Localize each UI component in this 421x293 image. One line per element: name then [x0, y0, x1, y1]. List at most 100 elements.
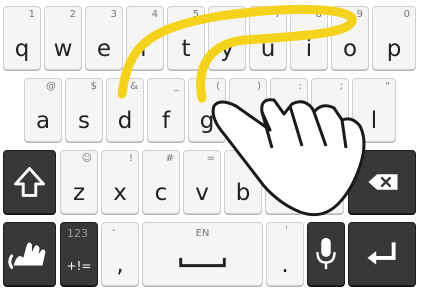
backspace-key[interactable]: [348, 150, 416, 214]
period-key[interactable]: ' .: [266, 222, 304, 286]
microphone-icon: [316, 237, 336, 270]
key-v[interactable]: = v: [183, 150, 221, 214]
key-f[interactable]: _ f: [147, 78, 185, 142]
key-secondary-label: 1: [28, 9, 35, 20]
shift-key[interactable]: [3, 150, 56, 214]
key-secondary-label: ☺: [81, 153, 92, 164]
key-label: v: [195, 180, 209, 206]
key-secondary-label: @: [46, 81, 56, 92]
key-i[interactable]: 8 i: [290, 6, 328, 70]
key-secondary-label: 3: [110, 9, 117, 20]
key-h[interactable]: ) h: [229, 78, 267, 142]
key-secondary-label: 8: [315, 9, 322, 20]
key-label: p: [386, 36, 402, 62]
key-y[interactable]: 6 y: [208, 6, 246, 70]
key-r[interactable]: 4 r: [126, 6, 164, 70]
key-secondary-label: 2: [69, 9, 76, 20]
key-secondary-label: 9: [356, 9, 363, 20]
key-secondary-label: ': [285, 225, 288, 236]
key-n[interactable]: + n: [265, 150, 303, 214]
swype-hand-icon: [8, 242, 46, 269]
key-m[interactable]: ? m: [306, 150, 344, 214]
key-b[interactable]: / b: [224, 150, 262, 214]
key-secondary-label: &: [130, 81, 138, 92]
key-label: g: [199, 108, 215, 134]
key-z[interactable]: ☺ z: [60, 150, 98, 214]
key-label: s: [78, 108, 90, 134]
key-secondary-label: /: [252, 153, 256, 164]
key-label: x: [113, 180, 127, 206]
key-secondary-label: 0: [403, 9, 410, 20]
key-secondary-label: ;: [339, 81, 343, 92]
key-label: f: [161, 108, 171, 134]
shift-icon: [14, 167, 45, 197]
key-label: r: [140, 36, 150, 62]
microphone-key[interactable]: [307, 222, 345, 286]
key-label: .: [281, 252, 289, 278]
key-secondary-label: #: [165, 153, 174, 164]
key-label: d: [117, 108, 133, 134]
key-secondary-label: +: [288, 153, 297, 164]
key-e[interactable]: 3 e: [85, 6, 123, 70]
key-label: u: [260, 36, 276, 62]
key-label: i: [305, 36, 313, 62]
key-label: j: [285, 108, 293, 134]
space-key[interactable]: EN: [142, 222, 263, 286]
key-secondary-label: (: [216, 81, 220, 92]
comma-key[interactable]: - ,: [101, 222, 139, 286]
key-label: l: [370, 108, 378, 134]
key-label: c: [154, 180, 168, 206]
keyboard: 1 q 2 w 3 e 4 r 5 t 6 y 7 u 8 i 9 o 0 p …: [0, 0, 421, 293]
key-secondary-label: 7: [274, 9, 281, 20]
key-secondary-label: _: [174, 81, 179, 92]
numbers-symbols-key[interactable]: 123 +!=: [60, 222, 98, 286]
key-x[interactable]: ! x: [101, 150, 139, 214]
key-secondary-label: 4: [151, 9, 158, 20]
key-label: a: [35, 108, 51, 134]
backspace-icon: [368, 174, 398, 190]
key-label: t: [181, 36, 191, 62]
key-d[interactable]: & d: [106, 78, 144, 142]
key-secondary-label: =: [206, 153, 215, 164]
key-label: b: [235, 180, 251, 206]
key-q[interactable]: 1 q: [3, 6, 41, 70]
key-label: y: [220, 36, 234, 62]
key-secondary-label: !: [128, 153, 133, 164]
key-p[interactable]: 0 p: [372, 6, 416, 70]
key-w[interactable]: 2 w: [44, 6, 82, 70]
key-secondary-label: 5: [192, 9, 199, 20]
key-label: h: [240, 108, 256, 134]
key-secondary-label: ?: [332, 153, 338, 164]
key-l[interactable]: " l: [352, 78, 396, 142]
key-c[interactable]: # c: [142, 150, 180, 214]
key-k[interactable]: ; k: [311, 78, 349, 142]
key-secondary-label: :: [298, 81, 302, 92]
swype-key[interactable]: [3, 222, 56, 286]
enter-icon: [367, 242, 396, 265]
key-label: o: [342, 36, 358, 62]
symbols-label: +!=: [66, 259, 92, 273]
key-label: n: [276, 180, 292, 206]
key-label: m: [313, 180, 337, 206]
key-label: q: [14, 36, 30, 62]
key-u[interactable]: 7 u: [249, 6, 287, 70]
key-t[interactable]: 5 t: [167, 6, 205, 70]
enter-key[interactable]: [348, 222, 416, 286]
numbers-label: 123: [67, 227, 88, 240]
key-j[interactable]: : j: [270, 78, 308, 142]
key-o[interactable]: 9 o: [331, 6, 369, 70]
key-secondary-label: 6: [233, 9, 240, 20]
key-label: ,: [116, 252, 124, 278]
key-label: k: [323, 108, 337, 134]
key-secondary-label: $: [90, 81, 97, 92]
key-g[interactable]: ( g: [188, 78, 226, 142]
key-s[interactable]: $ s: [65, 78, 103, 142]
key-a[interactable]: @ a: [24, 78, 62, 142]
key-secondary-label: ): [257, 81, 261, 92]
space-bar-icon: [179, 257, 226, 268]
key-secondary-label: -: [112, 225, 116, 236]
key-secondary-label: ": [385, 81, 390, 92]
key-label: e: [96, 36, 112, 62]
key-label: w: [53, 36, 73, 62]
key-label: z: [72, 180, 86, 206]
